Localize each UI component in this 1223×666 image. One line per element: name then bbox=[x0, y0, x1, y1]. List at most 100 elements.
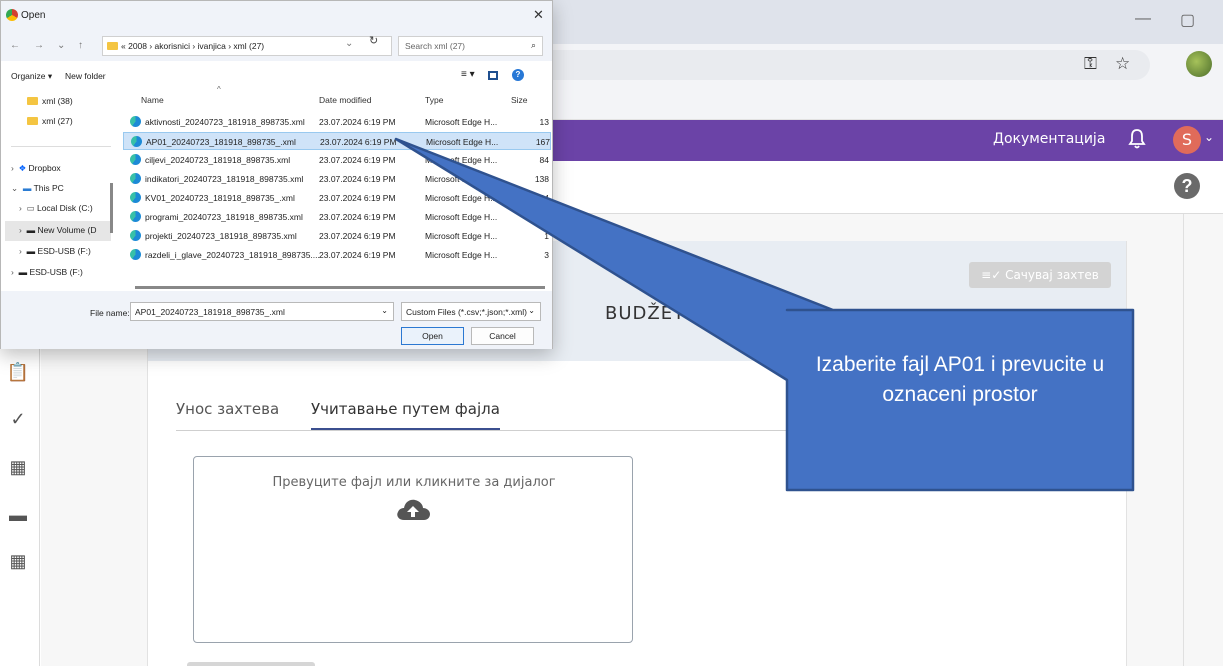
file-date: 23.07.2024 6:19 PM bbox=[319, 117, 396, 127]
address-bar[interactable]: p bbox=[520, 50, 1150, 80]
path-text: « 2008 › akorisnici › ivanjica › xml (27… bbox=[121, 41, 265, 51]
dialog-titlebar: Open ✕ bbox=[1, 1, 552, 31]
file-size: 138 bbox=[534, 174, 549, 184]
nav-item-new-volume[interactable]: › ▬ New Volume (D bbox=[19, 225, 97, 235]
file-type: Microsoft Edge H... bbox=[426, 137, 499, 147]
calculator-icon[interactable]: ▦ bbox=[6, 455, 30, 479]
forward-arrow-icon[interactable]: → bbox=[34, 40, 44, 51]
nav-scrollbar[interactable] bbox=[110, 183, 113, 233]
file-size: 3 bbox=[544, 250, 549, 260]
path-dropdown-icon[interactable]: ⌄ bbox=[345, 38, 353, 49]
maximize-button[interactable]: ▢ bbox=[1180, 10, 1195, 30]
bell-icon[interactable] bbox=[1127, 127, 1147, 151]
file-row[interactable]: aktivnosti_20240723_181918_898735.xml 23… bbox=[123, 113, 551, 131]
nav-item-xml-38[interactable]: xml (38) bbox=[27, 96, 73, 106]
help-icon[interactable]: ? bbox=[1174, 173, 1200, 199]
drive-icon: ▬ bbox=[26, 225, 38, 235]
file-name: aktivnosti_20240723_181918_898735.xml bbox=[145, 117, 305, 127]
nav-item-xml-27[interactable]: xml (27) bbox=[27, 116, 73, 126]
chevron-down-icon[interactable]: ⌄ bbox=[1204, 130, 1214, 144]
search-placeholder: Search xml (27) bbox=[405, 41, 465, 51]
file-type-select[interactable]: Custom Files (*.csv;*.json;*.xml) ⌄ bbox=[401, 302, 541, 321]
up-arrow-icon[interactable]: ↑ bbox=[78, 40, 83, 51]
pc-icon: ▬ bbox=[22, 183, 34, 193]
dialog-help-icon[interactable]: ? bbox=[512, 69, 524, 81]
column-header-date[interactable]: Date modified bbox=[319, 95, 371, 105]
file-row-selected[interactable]: AP01_20240723_181918_898735_.xml 23.07.2… bbox=[123, 132, 551, 150]
view-options-icon[interactable]: ≡ ▾ bbox=[461, 69, 475, 80]
new-folder-button[interactable]: New folder bbox=[65, 71, 106, 81]
nav-item-local-disk[interactable]: › ▭ Local Disk (C:) bbox=[19, 203, 93, 214]
browser-profile-avatar[interactable] bbox=[1186, 51, 1212, 77]
search-input[interactable]: Search xml (27) ⌕ bbox=[398, 36, 543, 56]
file-dropzone[interactable]: Превуците фајл или кликните за дијалог bbox=[193, 456, 633, 643]
file-type: Microsoft Edge H... bbox=[425, 231, 498, 241]
nav-item-esd-usb-2[interactable]: › ▬ ESD-USB (F:) bbox=[11, 267, 83, 277]
divider bbox=[11, 146, 111, 147]
file-name: indikatori_20240723_181918_898735.xml bbox=[145, 174, 304, 184]
key-icon[interactable]: ⚿ bbox=[1084, 54, 1097, 74]
file-size: 167 bbox=[535, 137, 550, 147]
back-arrow-icon[interactable]: ← bbox=[10, 40, 20, 51]
nav-item-dropbox[interactable]: › ❖ Dropbox bbox=[11, 163, 61, 174]
edge-file-icon bbox=[130, 249, 141, 260]
navigation-pane: xml (38) xml (27) › ❖ Dropbox ⌄ ▬ This P… bbox=[1, 87, 119, 287]
tab-file-upload[interactable]: Учитавање путем фајла bbox=[311, 400, 500, 430]
file-row[interactable]: razdeli_i_glave_20240723_181918_898735..… bbox=[123, 246, 551, 264]
chevron-down-icon[interactable]: ⌄ bbox=[528, 306, 535, 315]
drive-icon: ▬ bbox=[18, 267, 30, 277]
sort-caret-icon: ^ bbox=[217, 85, 221, 94]
form-title: BUDŽET bbox=[605, 303, 686, 324]
file-name-input[interactable]: AP01_20240723_181918_898735_.xml ⌄ bbox=[130, 302, 394, 321]
column-header-name[interactable]: Name bbox=[141, 95, 164, 105]
file-list: ^ Name Date modified Type Size aktivnost… bbox=[119, 85, 552, 289]
cloud-upload-icon bbox=[397, 499, 430, 520]
documentation-link[interactable]: Документација bbox=[993, 131, 1105, 147]
nav-item-esd-usb-1[interactable]: › ▬ ESD-USB (F:) bbox=[19, 246, 91, 256]
check-circle-icon[interactable]: ✓ bbox=[6, 407, 30, 431]
file-name: AP01_20240723_181918_898735_.xml bbox=[146, 137, 296, 147]
file-row[interactable]: projekti_20240723_181918_898735.xml 23.0… bbox=[123, 227, 551, 245]
nav-item-this-pc[interactable]: ⌄ ▬ This PC bbox=[11, 183, 64, 194]
tab-manual-entry[interactable]: Унос захтева bbox=[176, 400, 279, 428]
edge-file-icon bbox=[130, 230, 141, 241]
folder-icon bbox=[27, 97, 38, 105]
horizontal-scrollbar[interactable] bbox=[135, 286, 545, 289]
preview-pane-icon[interactable] bbox=[488, 71, 498, 80]
file-date: 23.07.2024 6:19 PM bbox=[319, 231, 396, 241]
file-date: 23.07.2024 6:19 PM bbox=[319, 250, 396, 260]
edge-file-icon bbox=[130, 192, 141, 203]
submit-button-partial[interactable] bbox=[187, 662, 315, 666]
open-button[interactable]: Open bbox=[401, 327, 464, 345]
recent-chevron-icon[interactable]: ⌄ bbox=[57, 40, 65, 51]
column-header-type[interactable]: Type bbox=[425, 95, 443, 105]
minimize-button[interactable]: — bbox=[1135, 10, 1151, 28]
chrome-icon bbox=[6, 9, 18, 21]
chevron-down-icon[interactable]: ⌄ bbox=[381, 306, 388, 315]
user-avatar[interactable]: S bbox=[1173, 126, 1201, 154]
organize-button[interactable]: Organize ▾ bbox=[11, 71, 52, 82]
file-size: 2,144 bbox=[527, 193, 549, 203]
file-type: Microsoft Edge H... bbox=[425, 117, 498, 127]
file-row[interactable]: programi_20240723_181918_898735.xml 23.0… bbox=[123, 208, 551, 226]
instruction-callout-text: Izaberite fajl AP01 i prevucite u oznace… bbox=[815, 353, 1105, 406]
file-type-value: Custom Files (*.csv;*.json;*.xml) bbox=[406, 307, 527, 317]
edge-file-icon bbox=[131, 136, 142, 147]
edge-file-icon bbox=[130, 211, 141, 222]
file-date: 23.07.2024 6:19 PM bbox=[319, 193, 396, 203]
file-type: Microsoft Edge H... bbox=[425, 250, 498, 260]
dialog-title: Open bbox=[21, 10, 46, 21]
save-request-button[interactable]: ≡✓ Сачувај захтев bbox=[969, 262, 1111, 288]
cancel-button[interactable]: Cancel bbox=[471, 327, 534, 345]
file-row[interactable]: indikatori_20240723_181918_898735.xml 23… bbox=[123, 170, 551, 188]
clipboard-icon[interactable]: 📋 bbox=[6, 360, 30, 384]
close-icon[interactable]: ✕ bbox=[533, 7, 544, 23]
money-lock-icon[interactable]: ▬ bbox=[6, 503, 30, 527]
refresh-icon[interactable]: ↻ bbox=[369, 34, 378, 47]
file-row[interactable]: KV01_20240723_181918_898735_.xml 23.07.2… bbox=[123, 189, 551, 207]
star-icon[interactable]: ☆ bbox=[1115, 54, 1130, 74]
file-row[interactable]: ciljevi_20240723_181918_898735.xml 23.07… bbox=[123, 151, 551, 169]
table-icon[interactable]: ▦ bbox=[6, 549, 30, 573]
edge-file-icon bbox=[130, 173, 141, 184]
column-header-size[interactable]: Size bbox=[511, 95, 528, 105]
